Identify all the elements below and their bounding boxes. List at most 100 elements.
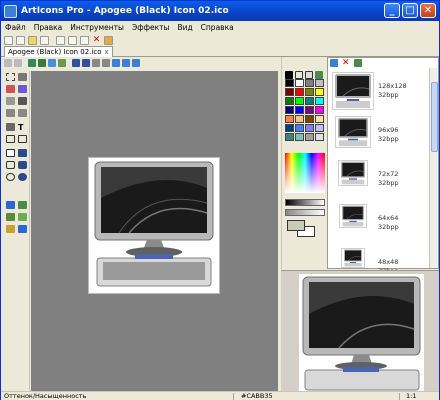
color-spectrum[interactable] — [285, 153, 325, 193]
color-swatch[interactable] — [285, 79, 294, 87]
color-swatch[interactable] — [315, 115, 324, 123]
color-swatch[interactable] — [305, 97, 314, 105]
color-swatch[interactable] — [305, 115, 314, 123]
color-swatch[interactable] — [305, 88, 314, 96]
black-swatch-icon[interactable] — [285, 71, 293, 79]
properties-icon[interactable] — [104, 35, 113, 45]
rectangle-icon[interactable] — [6, 149, 15, 157]
color-swatch[interactable] — [285, 97, 294, 105]
grid-icon[interactable] — [72, 59, 80, 67]
format-item[interactable]: 96x96 32bpp — [330, 116, 430, 150]
menu-tools[interactable]: Инструменты — [70, 23, 124, 32]
menu-view[interactable]: Вид — [177, 23, 192, 32]
stamp-icon[interactable] — [6, 225, 15, 233]
document-tab[interactable]: Apogee (Black) Icon 02.ico x — [4, 46, 113, 57]
delete-icon[interactable]: ✕ — [92, 35, 101, 45]
eraser-icon[interactable] — [6, 85, 15, 93]
color-swatch[interactable] — [295, 79, 304, 87]
color-mode-icon[interactable] — [6, 201, 15, 209]
clone-icon[interactable] — [18, 225, 27, 233]
grid-alt-icon[interactable] — [82, 59, 90, 67]
glow-icon[interactable] — [18, 213, 27, 221]
save-icon[interactable] — [40, 35, 49, 45]
color-swatch[interactable] — [315, 106, 324, 114]
undo-icon[interactable] — [4, 59, 12, 67]
maximize-button[interactable]: □ — [402, 3, 418, 18]
delete-format-icon[interactable]: ✕ — [342, 59, 350, 68]
line-icon[interactable] — [6, 123, 15, 131]
menu-help[interactable]: Справка — [201, 23, 234, 32]
ellipse-icon[interactable] — [6, 173, 15, 181]
color-swatch[interactable] — [315, 79, 324, 87]
text-icon[interactable]: T — [18, 123, 27, 132]
flip-icon[interactable] — [112, 59, 120, 67]
canvas-area[interactable] — [31, 71, 278, 391]
spray-icon[interactable] — [6, 109, 15, 117]
pencil-icon[interactable] — [18, 73, 27, 81]
color-swatch[interactable] — [285, 133, 294, 141]
color-swatch[interactable] — [295, 97, 304, 105]
color-swatch[interactable] — [295, 133, 304, 141]
color-swatch[interactable] — [295, 106, 304, 114]
format-properties-icon[interactable] — [354, 59, 362, 67]
format-item[interactable]: 128x128 32bpp — [330, 72, 430, 110]
fill-icon[interactable] — [18, 97, 27, 105]
move-icon[interactable] — [122, 59, 130, 67]
fg-bg-color-picker[interactable] — [287, 220, 317, 238]
saturation-slider[interactable] — [285, 209, 325, 216]
image-icon[interactable] — [48, 59, 56, 67]
color-swatch[interactable] — [315, 133, 324, 141]
rounded-rect-icon[interactable] — [6, 161, 15, 169]
menu-edit[interactable]: Правка — [34, 23, 63, 32]
copy-icon[interactable] — [68, 35, 77, 45]
color-swatch[interactable] — [295, 115, 304, 123]
color-swatch[interactable] — [285, 115, 294, 123]
color-swatch[interactable] — [315, 124, 324, 132]
new-from-image-icon[interactable] — [16, 35, 25, 45]
grayscale-slider[interactable] — [285, 199, 325, 206]
redo-icon[interactable] — [14, 59, 22, 67]
minimize-button[interactable]: _ — [384, 3, 400, 18]
foreground-color[interactable] — [287, 220, 305, 231]
close-button[interactable]: ✕ — [420, 3, 436, 18]
polyline-icon[interactable] — [18, 135, 27, 143]
select-icon[interactable] — [6, 73, 15, 81]
brush-icon[interactable] — [18, 85, 27, 93]
picker-icon[interactable] — [6, 97, 15, 105]
invert-swatch-icon[interactable] — [305, 71, 313, 79]
new-format-icon[interactable] — [330, 59, 338, 67]
format-item[interactable]: 64x64 32bpp — [330, 204, 430, 238]
resize-icon[interactable] — [92, 59, 100, 67]
filled-rectangle-icon[interactable] — [18, 149, 27, 157]
color-swatch[interactable] — [315, 88, 324, 96]
cut-icon[interactable] — [56, 35, 65, 45]
curve-icon[interactable] — [6, 135, 15, 143]
menu-effects[interactable]: Эффекты — [132, 23, 170, 32]
shadow-icon[interactable] — [6, 213, 15, 221]
filled-ellipse-icon[interactable] — [18, 173, 27, 181]
transparent-swatch-icon[interactable] — [295, 71, 303, 79]
layer-icon[interactable] — [28, 59, 36, 67]
paste-icon[interactable] — [80, 35, 89, 45]
title-bar[interactable]: ArtIcons Pro - Apogee (Black) Icon 02.ic… — [1, 1, 439, 21]
filled-rounded-rect-icon[interactable] — [18, 161, 27, 169]
effect-icon[interactable] — [58, 59, 66, 67]
move-alt-icon[interactable] — [132, 59, 140, 67]
blur-icon[interactable] — [18, 109, 27, 117]
scrollbar-thumb[interactable] — [431, 82, 438, 152]
color-swatch[interactable] — [285, 88, 294, 96]
tab-close-icon[interactable]: x — [105, 47, 109, 57]
color-swatch[interactable] — [305, 79, 314, 87]
color-swatch[interactable] — [285, 124, 294, 132]
color-swatch[interactable] — [305, 124, 314, 132]
color-swatch[interactable] — [315, 97, 324, 105]
rotate-icon[interactable] — [102, 59, 110, 67]
icon-canvas[interactable] — [89, 158, 219, 293]
swap-colors-icon[interactable] — [315, 71, 323, 79]
open-folder-icon[interactable] — [28, 35, 37, 45]
color-swatch[interactable] — [305, 106, 314, 114]
new-icon[interactable] — [4, 35, 13, 45]
menu-file[interactable]: Файл — [5, 23, 26, 32]
format-item[interactable]: 72x72 32bpp — [330, 160, 430, 194]
color-swatch[interactable] — [295, 88, 304, 96]
